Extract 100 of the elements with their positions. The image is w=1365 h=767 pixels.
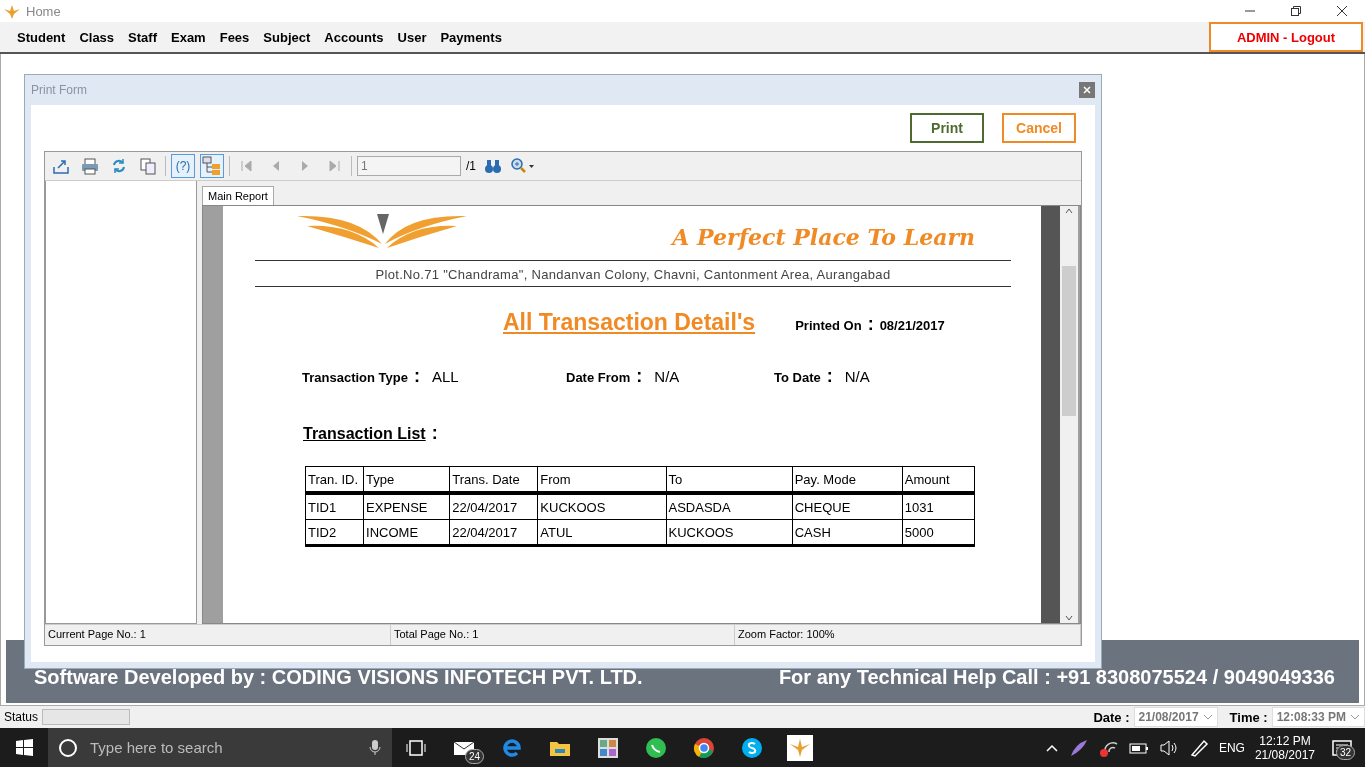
search-circle-icon (58, 737, 78, 758)
menu-item[interactable]: Payments (433, 29, 509, 45)
microphone-icon[interactable] (368, 739, 382, 756)
table-cell: 22/04/2017 (449, 519, 538, 546)
table-cell: CHEQUE (792, 493, 903, 520)
print-icon[interactable] (81, 157, 99, 175)
table-cell: 5000 (902, 519, 975, 546)
chrome-icon[interactable] (693, 736, 715, 759)
pen-icon[interactable] (1188, 737, 1209, 758)
column-header: Trans. Date (449, 466, 538, 493)
column-header: From (537, 466, 666, 493)
print-button[interactable]: Print (910, 113, 984, 143)
menu-item[interactable]: Student (10, 29, 73, 45)
feather-icon[interactable] (1068, 737, 1089, 758)
separator: : (826, 366, 833, 387)
tree-icon (202, 156, 222, 176)
vertical-scrollbar[interactable] (1060, 206, 1078, 623)
filter-label: Transaction Type (302, 370, 408, 385)
refresh-icon[interactable] (110, 157, 128, 175)
date-label: Date : (1093, 709, 1130, 725)
column-header: Amount (902, 466, 975, 493)
address: Plot.No.71 "Chandrama", Nandanvan Colony, Chavni, Cantonment Area, Aurangabad (255, 261, 1011, 287)
list-title: Transaction List (303, 425, 426, 443)
table-cell: 22/04/2017 (449, 493, 538, 520)
menu-item[interactable]: Class (72, 29, 122, 45)
status-label: Status (4, 710, 39, 724)
table-cell: KUCKOOS (666, 519, 793, 546)
binoculars-icon[interactable] (484, 157, 502, 175)
skype-icon[interactable] (741, 736, 763, 759)
table-cell: TID2 (305, 519, 364, 546)
printed-on-label: Printed On (795, 318, 862, 333)
dropdown-icon (1350, 712, 1360, 722)
export-icon[interactable] (52, 157, 70, 175)
developer-credit: Software Developed by : CODING VISIONS INFOTECH PVT. LTD. (34, 666, 643, 689)
taskbar-search-box[interactable]: Type here to search (48, 728, 392, 767)
time-label: Time : (1229, 709, 1268, 725)
language-indicator[interactable]: ENG (1218, 740, 1245, 755)
date-picker[interactable]: 21/08/2017 (1133, 707, 1218, 727)
separator: : (636, 366, 643, 387)
report-title: All Transaction Detail's (503, 309, 756, 336)
taskbar-search-field[interactable]: Type here to search (88, 738, 358, 757)
filter-value: ALL (431, 368, 459, 385)
scroll-down-icon[interactable] (1064, 613, 1074, 623)
filter-value: N/A (844, 368, 870, 385)
table-cell: KUCKOOS (537, 493, 666, 520)
browser-e-icon[interactable] (501, 736, 523, 759)
column-header: Type (363, 466, 450, 493)
filter-value: N/A (654, 368, 680, 385)
column-header: To (666, 466, 793, 493)
logout-button[interactable]: ADMIN - Logout (1209, 22, 1363, 52)
dropdown-icon (1202, 712, 1213, 722)
restore-icon[interactable] (1290, 5, 1302, 17)
menu-item[interactable]: Exam (164, 29, 213, 45)
table-cell: INCOME (363, 519, 450, 546)
viewer-status-text: Current Page No.: 1 (45, 625, 391, 645)
table-cell: TID1 (305, 493, 364, 520)
mail-count-badge: 24 (464, 749, 484, 764)
help-toggle[interactable]: (?) (171, 154, 195, 178)
speaker-icon[interactable] (1158, 738, 1179, 757)
taskbar-clock[interactable]: 12:12 PM 21/08/2017 (1254, 733, 1315, 762)
column-header: Tran. ID. (305, 466, 364, 493)
menu-item[interactable]: User (390, 29, 434, 45)
tagline: A Perfect Place To Learn (672, 224, 975, 250)
table-cell: ASDASDA (666, 493, 793, 520)
page-number-field[interactable]: 1 (357, 156, 461, 176)
app-logo-icon (4, 3, 20, 19)
photo-grid-icon[interactable] (597, 736, 619, 759)
windows-start-icon[interactable] (15, 739, 33, 756)
filter-label: Date From (566, 370, 631, 385)
clock-date: 21/08/2017 (1254, 747, 1315, 762)
window-title: Home (26, 3, 61, 19)
task-view-icon[interactable] (406, 738, 426, 757)
dialog-title: Print Form (31, 83, 87, 97)
table-cell: EXPENSE (363, 493, 450, 520)
help-line: For any Technical Help Call : +91 8308075524 / 9049049336 (778, 666, 1335, 689)
printed-on-date: 08/21/2017 (879, 318, 945, 333)
notification-icon[interactable] (1331, 737, 1353, 758)
menu-item[interactable]: Subject (256, 29, 318, 45)
table-cell: CASH (792, 519, 903, 546)
zoom-icon[interactable] (510, 157, 535, 175)
filter-label: To Date (774, 370, 821, 385)
page-total: /1 (466, 159, 476, 173)
scroll-up-icon[interactable] (1064, 206, 1074, 216)
clock-time: 12:12 PM (1259, 733, 1311, 748)
viewer-status-text: Total Page No.: 1 (391, 625, 735, 645)
table-cell: 1031 (902, 493, 975, 520)
menu-item[interactable]: Accounts (317, 29, 391, 45)
group-tree-toggle[interactable] (200, 154, 224, 178)
menu-item[interactable]: Fees (212, 29, 257, 45)
separator: : (413, 366, 420, 387)
copy-icon[interactable] (139, 157, 157, 175)
separator: : (867, 314, 874, 335)
table-cell: ATUL (537, 519, 666, 546)
report-tab[interactable]: Main Report (202, 186, 274, 205)
app-logo-icon[interactable] (787, 734, 813, 761)
column-header: Pay. Mode (792, 466, 903, 493)
close-icon[interactable] (1336, 5, 1348, 17)
time-picker[interactable]: 12:08:33 PM (1271, 707, 1365, 727)
menu-item[interactable]: Staff (121, 29, 164, 45)
separator: : (431, 423, 438, 444)
